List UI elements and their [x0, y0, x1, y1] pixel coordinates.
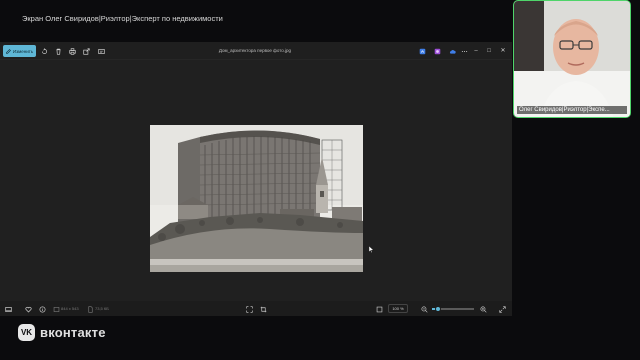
- film-strip-icon[interactable]: [4, 305, 12, 313]
- vk-branding: VK вконтакте: [18, 324, 106, 341]
- dimensions-icon: [52, 305, 60, 313]
- fullscreen-icon[interactable]: [498, 305, 506, 313]
- presenter-name-label: Олег Свиридов|Риэлтор|Экспе...: [517, 106, 627, 114]
- image-canvas[interactable]: [0, 60, 512, 301]
- vk-logo-icon: VK: [18, 324, 35, 341]
- more-options-icon[interactable]: [460, 47, 468, 55]
- print-icon[interactable]: [68, 47, 76, 55]
- crop-icon[interactable]: [259, 305, 267, 313]
- delete-icon[interactable]: [54, 47, 62, 55]
- status-bar: 844 x 543 73,5 КБ 100 %: [0, 301, 512, 316]
- stream-title: Экран Олег Свиридов|Риэлтор|Эксперт по н…: [22, 14, 223, 23]
- edit-icon: [6, 48, 11, 54]
- file-name: Дом_архитектора первое фото.jpg: [218, 48, 292, 53]
- presenter-video: [514, 1, 630, 117]
- rotate-icon[interactable]: [40, 47, 48, 55]
- photo-viewer-window: Изменить Дом_архитектора первое фото.jpg: [0, 42, 512, 316]
- building-photo: [150, 125, 363, 272]
- stream-screen: Экран Олег Свиридов|Риэлтор|Эксперт по н…: [0, 0, 640, 360]
- webcam-overlay: Олег Свиридов|Риэлтор|Экспе...: [513, 0, 631, 118]
- image-dimensions: 844 x 543: [61, 306, 79, 311]
- edit-button[interactable]: Изменить: [3, 45, 36, 57]
- collection-icon[interactable]: [418, 47, 426, 55]
- cloud-icon[interactable]: [448, 47, 456, 55]
- favorite-icon[interactable]: [24, 305, 32, 313]
- mouse-cursor-icon: [369, 246, 374, 253]
- close-button[interactable]: ✕: [499, 47, 507, 55]
- zoom-slider-thumb[interactable]: [435, 305, 442, 312]
- actual-size-icon[interactable]: [375, 305, 383, 313]
- info-icon[interactable]: [38, 305, 46, 313]
- zoom-out-icon[interactable]: [420, 305, 428, 313]
- copilot-icon[interactable]: [433, 47, 441, 55]
- file-size-icon: [86, 305, 94, 313]
- share-icon[interactable]: [82, 47, 90, 55]
- viewer-toolbar: Изменить Дом_архитектора первое фото.jpg: [0, 42, 512, 60]
- vk-brand-name: вконтакте: [40, 325, 106, 340]
- minimize-button[interactable]: –: [472, 47, 480, 55]
- zoom-in-icon[interactable]: [479, 305, 487, 313]
- edit-button-label: Изменить: [12, 48, 34, 54]
- zoom-slider[interactable]: [432, 305, 474, 312]
- zoom-level[interactable]: 100 %: [388, 304, 408, 313]
- fit-to-window-icon[interactable]: [245, 305, 253, 313]
- file-size: 73,5 КБ: [95, 306, 109, 311]
- maximize-button[interactable]: □: [485, 47, 493, 55]
- more-icon[interactable]: [97, 47, 105, 55]
